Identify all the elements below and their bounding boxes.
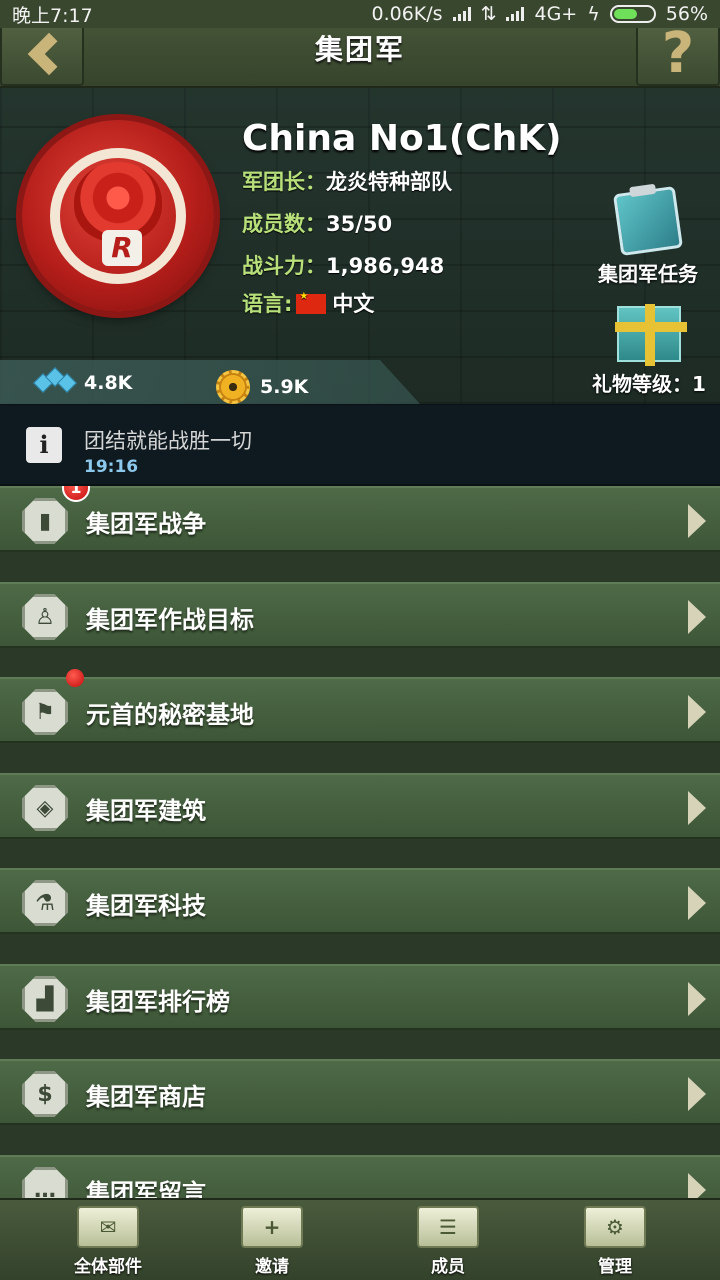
menu-item-combat-targets[interactable]: ♙ 集团军作战目标: [0, 582, 720, 648]
leader-label: 军团长：: [242, 170, 326, 194]
chevron-right-icon: [688, 1077, 706, 1111]
chevron-right-icon: [688, 791, 706, 825]
chevron-right-icon: [688, 1173, 706, 1198]
language-label: 语言:: [242, 292, 293, 316]
emblem-letter: R: [102, 230, 142, 266]
gear-resource-value: 5.9K: [260, 376, 309, 398]
blue-cubes-icon: [33, 367, 77, 396]
tab-label: 全体部件: [74, 1257, 142, 1277]
menu-item-legion-war[interactable]: ▮ 1 集团军战争: [0, 486, 720, 552]
blue-resource-value: 4.8K: [84, 372, 133, 394]
china-flag-icon: [296, 291, 327, 314]
tab-label: 邀请: [255, 1257, 289, 1277]
gear-icon: [216, 370, 250, 404]
language-row: 语言: 中文: [242, 288, 374, 318]
members-label: 成员数：: [242, 212, 326, 236]
gift-level-label: 礼物等级：1: [592, 372, 706, 396]
tab-invite[interactable]: + 邀请: [212, 1206, 332, 1277]
members-value: 35/50: [326, 212, 393, 236]
menu-item-buildings[interactable]: ◈ 集团军建筑: [0, 773, 720, 839]
chevron-right-icon: [688, 886, 706, 920]
menu-item-label: 集团军排行榜: [86, 988, 230, 1016]
tab-all-mail[interactable]: ✉ 全体部件: [48, 1206, 168, 1277]
menu-item-label: 集团军科技: [86, 892, 206, 920]
menu-item-secret-base[interactable]: ⚑ 元首的秘密基地: [0, 669, 720, 743]
chevron-right-icon: [688, 600, 706, 634]
menu-item-label: 集团军商店: [86, 1083, 206, 1111]
charging-icon: ϟ: [587, 3, 600, 25]
network-speed: 0.06K/s: [371, 3, 443, 25]
power-label: 战斗力：: [242, 254, 326, 278]
info-icon: i: [26, 427, 62, 463]
menu-item-leaderboard[interactable]: ▟ 集团军排行榜: [0, 964, 720, 1030]
members-row: 成员数：35/50: [242, 208, 392, 238]
bottom-tab-bar: ✉ 全体部件 + 邀请 ☰ 成员 ⚙ 管理: [0, 1198, 720, 1280]
tab-label: 成员: [431, 1257, 465, 1277]
menu-item-label: 集团军战争: [86, 510, 206, 538]
tab-manage[interactable]: ⚙ 管理: [555, 1206, 675, 1277]
member-list-icon: ☰: [417, 1206, 479, 1248]
bar-chart-icon: ▟: [22, 976, 68, 1022]
blue-resource: 4.8K: [33, 367, 133, 396]
leader-value: 龙炎特种部队: [326, 170, 452, 194]
page-title: 集团军: [314, 33, 405, 66]
signal-icon: [452, 7, 471, 21]
power-value: 1,986,948: [326, 254, 445, 278]
menu-item-label: 集团军建筑: [86, 797, 206, 825]
tab-members[interactable]: ☰ 成员: [388, 1206, 508, 1277]
legion-notice[interactable]: i 团结就能战胜一切 19:16: [0, 404, 720, 486]
bullet-icon: ▮: [22, 498, 68, 544]
notice-time: 19:16: [84, 457, 139, 477]
chat-bubble-icon: …: [22, 1167, 68, 1198]
network-type: 4G+: [534, 3, 578, 25]
gift-level-button[interactable]: 礼物等级：1: [586, 304, 712, 397]
notification-badge: 1: [62, 486, 90, 502]
gear-resource: 5.9K: [216, 370, 308, 404]
menu-item-label: 集团军作战目标: [86, 606, 254, 634]
menu-item-technology[interactable]: ⚗ 集团军科技: [0, 868, 720, 934]
menu-item-label: 集团军留言: [86, 1179, 206, 1198]
menu-item-label: 元首的秘密基地: [86, 701, 254, 729]
notification-dot: [66, 669, 84, 687]
signal-icon-2: [506, 7, 525, 21]
gear-group-icon: ⚙: [584, 1206, 646, 1248]
gift-box-icon: [615, 304, 687, 366]
money-bag-icon: $: [22, 1071, 68, 1117]
resource-strip: 4.8K 5.9K: [0, 360, 420, 404]
data-transfer-icon: ⇅: [480, 3, 497, 25]
chevron-right-icon: [688, 982, 706, 1016]
cube-building-icon: ◈: [22, 785, 68, 831]
clipboard-handshake-icon: [612, 185, 684, 257]
legion-emblem-icon[interactable]: R: [22, 120, 214, 312]
flag-base-icon: ⚑: [22, 689, 68, 735]
group-mail-icon: ✉: [77, 1206, 139, 1248]
menu-item-messages[interactable]: … 集团军留言: [0, 1155, 720, 1198]
add-user-icon: +: [241, 1206, 303, 1248]
legion-menu: ▮ 1 集团军战争 ♙ 集团军作战目标 ⚑ 元首的秘密基地 ◈ 集团军建筑 ⚗ …: [0, 486, 720, 1198]
menu-item-shop[interactable]: $ 集团军商店: [0, 1059, 720, 1125]
leader-row: 军团长：龙炎特种部队: [242, 166, 452, 196]
power-row: 战斗力：1,986,948: [242, 250, 444, 280]
science-icon: ⚗: [22, 880, 68, 926]
status-bar: 晚上7:17 0.06K/s ⇅ 4G+ ϟ 56%: [0, 0, 720, 28]
battery-percent: 56%: [665, 3, 708, 25]
legion-name: China No1(ChK): [242, 118, 562, 159]
soldier-icon: ♙: [22, 594, 68, 640]
status-right: 0.06K/s ⇅ 4G+ ϟ 56%: [371, 3, 708, 25]
language-value: 中文: [332, 292, 375, 316]
chevron-right-icon: [688, 695, 706, 729]
tab-label: 管理: [598, 1257, 632, 1277]
legion-task-button[interactable]: 集团军任务: [590, 185, 706, 287]
notice-text: 团结就能战胜一切: [84, 429, 252, 453]
chevron-right-icon: [688, 504, 706, 538]
status-time: 晚上7:17: [12, 4, 93, 27]
legion-task-label: 集团军任务: [598, 262, 698, 286]
question-mark-icon: ?: [661, 20, 695, 86]
battery-icon: [609, 5, 656, 23]
